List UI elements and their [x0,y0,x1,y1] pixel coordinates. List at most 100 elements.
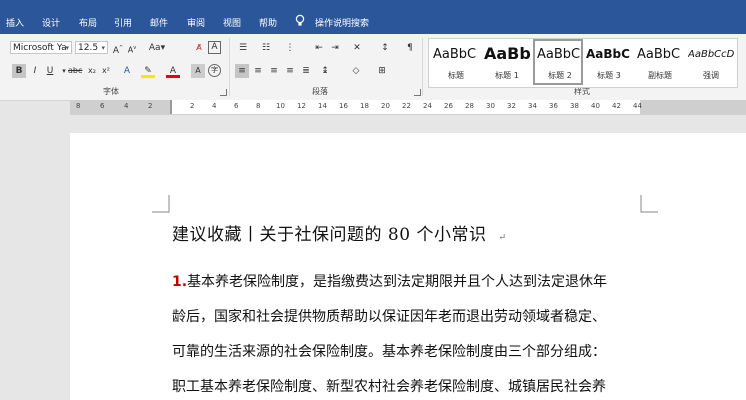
ruler-margin-left [70,100,170,114]
ruler-number: 38 [570,102,579,110]
ruler-number: 8 [76,102,81,110]
list-number: 1. [172,274,188,290]
tab-help[interactable]: 帮助 [259,16,277,29]
paragraph-group-label: 段落 [312,87,328,96]
line-spacing-icon[interactable]: ↨ [318,64,332,78]
increase-indent-icon[interactable]: ⇥ [328,41,342,55]
chevron-down-icon: ▾ [65,44,69,52]
text-effects-icon[interactable]: A [120,64,134,78]
tab-insert[interactable]: 插入 [6,16,24,29]
grow-font-icon[interactable]: A^ [111,41,125,56]
ruler-number: 12 [297,102,306,110]
font-size-box[interactable]: 12.5 ▾ [75,41,108,54]
ruler-number: 32 [507,102,516,110]
distributed-button[interactable]: ≣ [299,64,313,78]
font-color-icon[interactable]: A [166,64,180,78]
tab-layout[interactable]: 布局 [79,16,97,29]
ruler-number: 22 [402,102,411,110]
crop-mark-left [152,195,170,213]
ruler-number: 30 [486,102,495,110]
enclosed-character-icon[interactable]: 字 [208,64,221,77]
chinese-layout-icon[interactable]: ✕ [350,41,364,55]
change-case-icon[interactable]: Aa▾ [148,41,166,55]
multilevel-list-icon[interactable]: ⋮ [283,41,297,55]
align-center-button[interactable]: ≡ [251,64,265,78]
sort-icon[interactable]: ↕ [378,41,392,55]
separator [229,38,230,96]
document-page[interactable]: 建议收藏丨关于社保问题的 80 个小常识 ↵ 1.基本养老保险制度，是指缴费达到法… [70,133,746,400]
font-group-label: 字体 [103,87,119,96]
chevron-down-icon: ▾ [101,44,105,52]
ruler-number: 14 [318,102,327,110]
borders-icon[interactable]: ⊞ [375,64,389,78]
style-title[interactable]: AaBbC 标题 [431,39,481,85]
ruler-number: 28 [465,102,474,110]
body-line[interactable]: 职工基本养老保险制度、新型农村社会养老保险制度、城镇居民社会养 [172,376,606,396]
tab-review[interactable]: 审阅 [187,16,205,29]
ruler-number: 6 [234,102,239,110]
style-subtitle[interactable]: AaBbC 副标题 [635,39,685,85]
decrease-indent-icon[interactable]: ⇤ [312,41,326,55]
ribbon-tabs: 插入 设计 布局 引用 邮件 审阅 视图 帮助 操作说明搜索 [0,10,746,34]
ruler-number: 42 [612,102,621,110]
ruler-number: 18 [360,102,369,110]
bold-button[interactable]: B [12,64,26,78]
style-heading-1[interactable]: AaBb 标题 1 [482,39,532,85]
tell-me-search[interactable]: 操作说明搜索 [315,16,369,29]
ruler-number: 26 [444,102,453,110]
underline-button[interactable]: U [43,64,57,78]
clear-formatting-icon[interactable]: A̸ [192,41,206,55]
body-line[interactable]: 可靠的生活来源的社会保险制度。基本养老保险制度由三个部分组成： [172,341,606,361]
style-heading-3[interactable]: AaBbC 标题 3 [584,39,634,85]
font-name-box[interactable]: Microsoft Ya ▾ [10,41,72,54]
tab-design[interactable]: 设计 [42,16,60,29]
justify-button[interactable]: ≡ [283,64,297,78]
ruler-number: 10 [276,102,285,110]
ruler-number: 4 [124,102,129,110]
style-emphasis[interactable]: AaBbCcD 强调 [686,39,736,85]
tab-references[interactable]: 引用 [114,16,132,29]
ruler-number: 16 [339,102,348,110]
numbering-icon[interactable]: ☷ [259,41,273,55]
paragraph-mark-icon: ↵ [498,233,507,243]
align-left-button[interactable]: ≡ [235,64,249,78]
styles-gallery: AaBbC 标题 AaBb 标题 1 AaBbC 标题 2 AaBbC 标题 3… [428,38,738,88]
character-shading-icon[interactable]: A [191,64,205,78]
strikethrough-button[interactable]: abc [68,64,82,78]
ruler-number: 40 [591,102,600,110]
crop-mark-right [640,195,658,213]
body-line[interactable]: 1.基本养老保险制度，是指缴费达到法定期限并且个人达到法定退休年 [172,271,607,291]
ruler-margin-right [640,100,746,114]
superscript-button[interactable]: x² [99,64,113,78]
bullets-icon[interactable]: ☰ [236,41,250,55]
font-dialog-launcher-icon[interactable] [220,89,227,96]
ruler-number: 2 [190,102,195,110]
ruler-number: 8 [256,102,261,110]
ruler-number: 44 [633,102,642,110]
tab-view[interactable]: 视图 [223,16,241,29]
document-title[interactable]: 建议收藏丨关于社保问题的 80 个小常识 ↵ [172,220,507,245]
ruler-number: 34 [528,102,537,110]
italic-button[interactable]: I [28,64,42,78]
show-marks-icon[interactable]: ¶ [403,41,417,55]
shrink-font-icon[interactable]: Av [125,41,139,55]
indent-marker[interactable] [170,100,172,114]
align-right-button[interactable]: ≡ [267,64,281,78]
paragraph-dialog-launcher-icon[interactable] [414,89,421,96]
ruler-number: 24 [423,102,432,110]
shading-icon[interactable]: ◇ [349,64,363,78]
body-line[interactable]: 龄后，国家和社会提供物质帮助以保证因年老而退出劳动领域者稳定、 [172,306,606,326]
subscript-button[interactable]: x₂ [85,64,99,78]
ruler-number: 6 [100,102,105,110]
tab-mailings[interactable]: 邮件 [150,16,168,29]
title-bar [0,0,746,10]
ruler-number: 2 [148,102,153,110]
lightbulb-icon [295,14,305,26]
style-heading-2[interactable]: AaBbC 标题 2 [533,39,583,85]
separator [422,38,423,96]
ruler-number: 20 [381,102,390,110]
ruler-number: 36 [549,102,558,110]
highlight-icon[interactable]: ✎ [141,64,155,78]
horizontal-ruler[interactable]: 8 6 4 2 2 4 6 8 10 12 14 16 18 20 22 24 … [70,100,746,115]
character-border-icon[interactable]: A [208,41,221,54]
